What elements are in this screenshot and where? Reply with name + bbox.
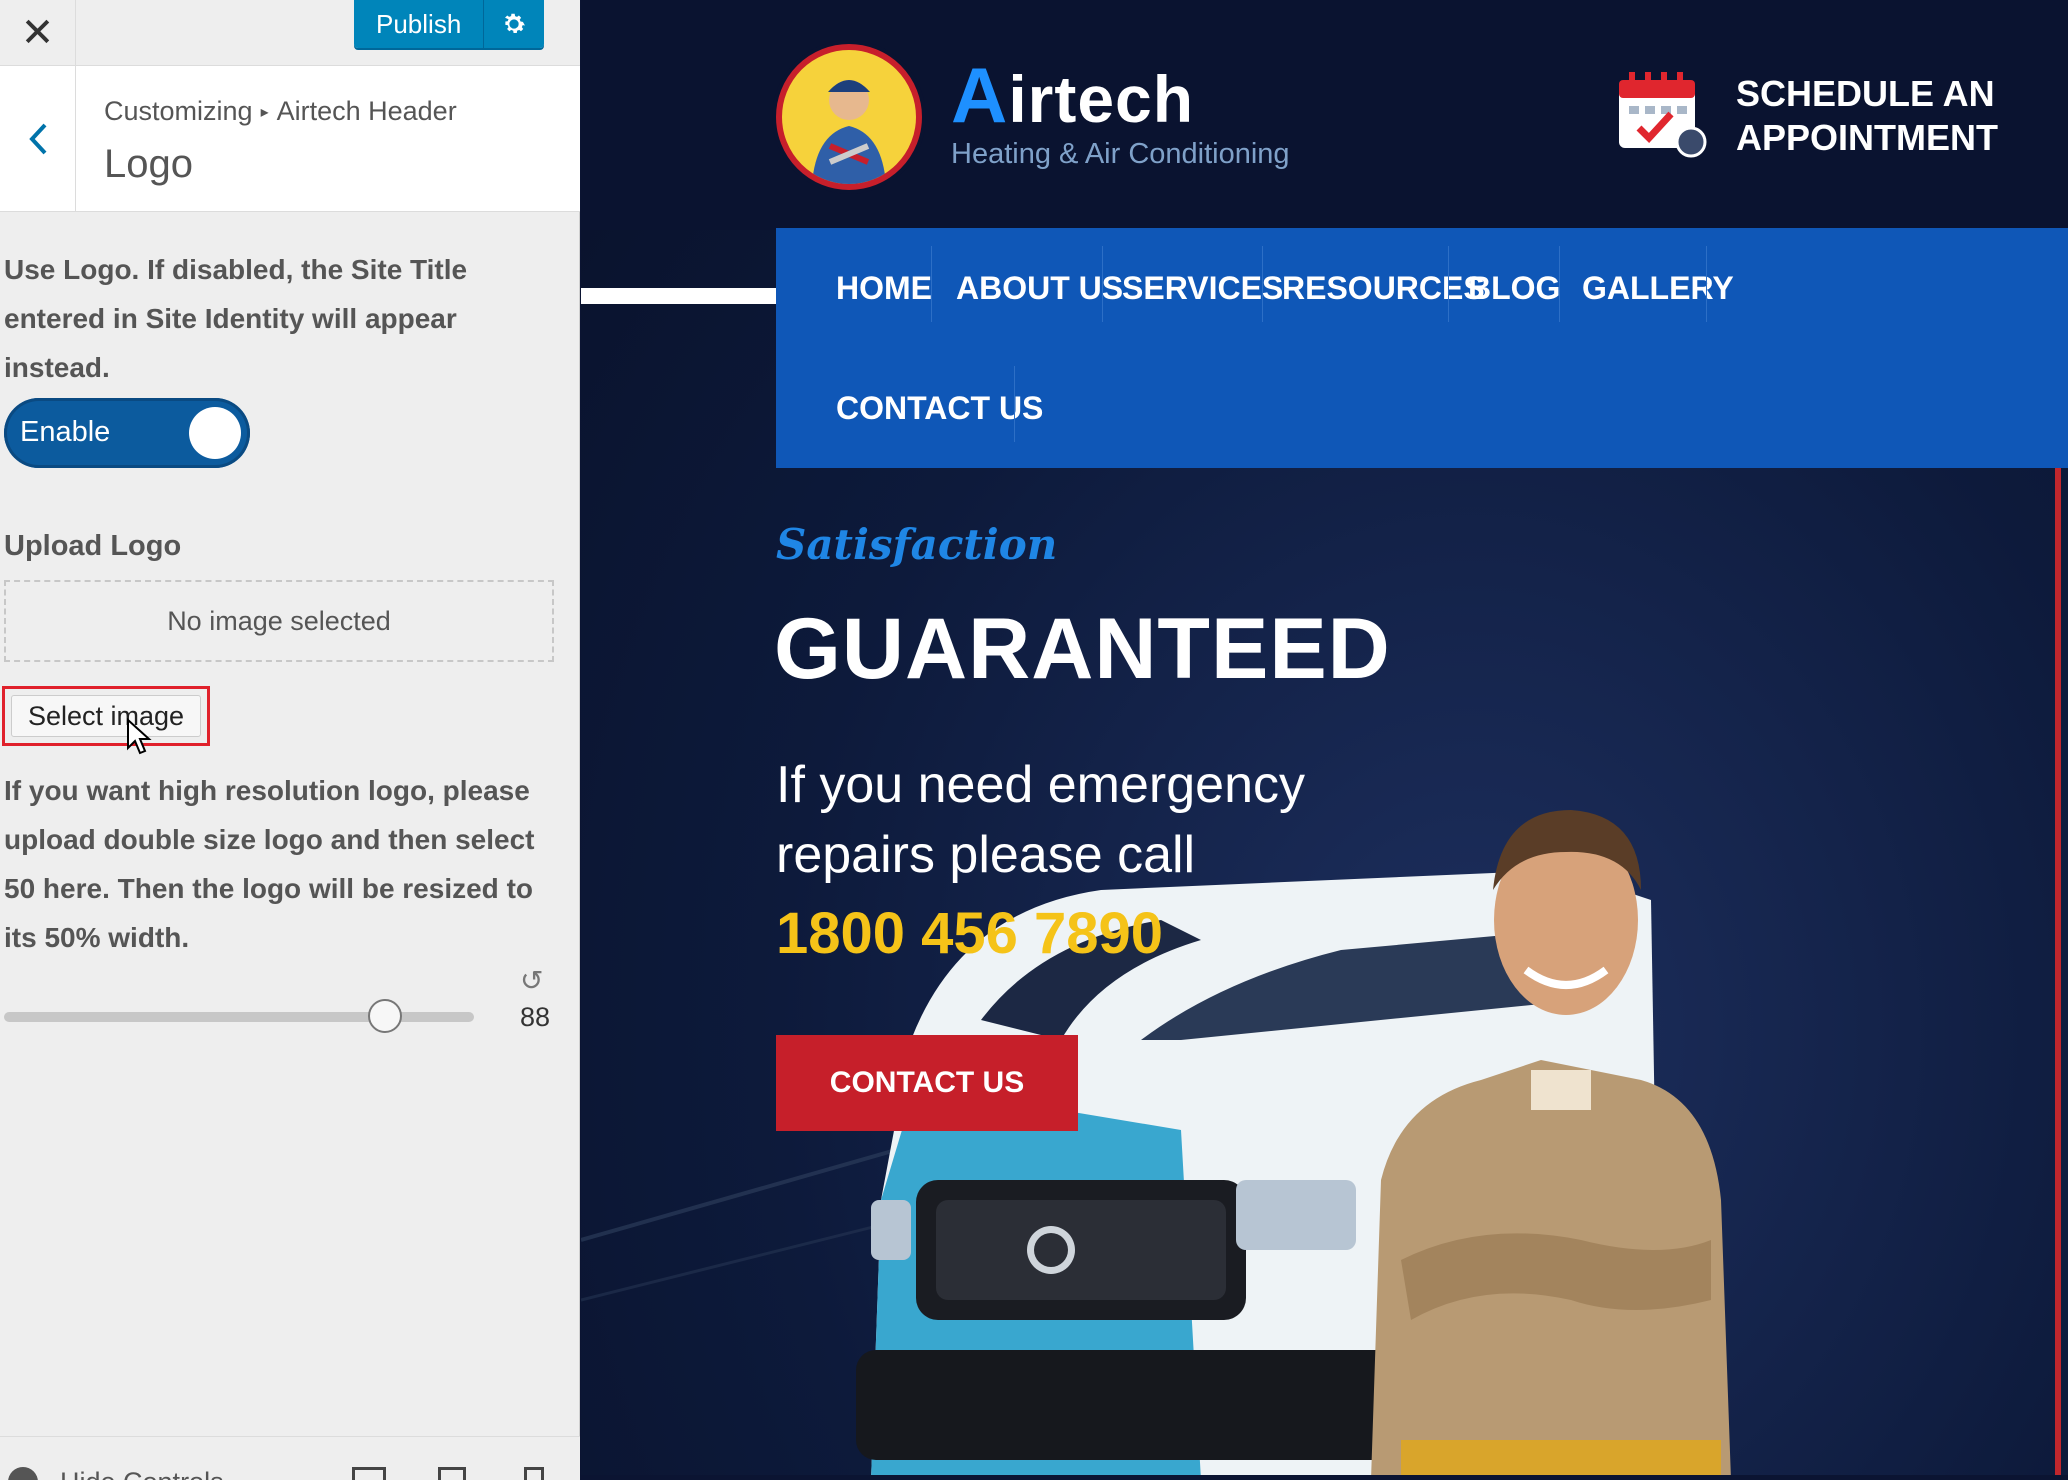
hero-contact-button[interactable]: CONTACT US	[776, 1035, 1078, 1131]
logo-width-slider[interactable]	[4, 1012, 474, 1022]
use-logo-description: Use Logo. If disabled, the Site Title en…	[4, 254, 468, 383]
tablet-icon[interactable]	[438, 1467, 466, 1480]
section-header: Customizing ▸ Airtech Header Logo	[0, 66, 580, 212]
section-title: Logo	[104, 142, 193, 186]
main-nav: HOME ABOUT US SERVICES RESOURCES BLOG GA…	[776, 228, 2068, 468]
publish-button[interactable]: Publish	[354, 0, 485, 48]
nav-gallery[interactable]: GALLERY	[1582, 270, 1734, 307]
breadcrumb-separator: ▸	[260, 104, 269, 121]
customizer-footer: Hide Controls	[0, 1436, 580, 1480]
nav-home[interactable]: HOME	[836, 270, 932, 307]
breadcrumb-parent: Airtech Header	[276, 96, 457, 126]
nav-divider	[1102, 246, 1103, 322]
reset-icon[interactable]: ↺	[520, 964, 543, 997]
back-button[interactable]	[0, 66, 76, 212]
hero-script-text: Satisfaction	[776, 520, 1058, 569]
gear-icon	[505, 13, 526, 33]
toggle-knob	[189, 407, 241, 459]
nav-divider	[1559, 246, 1560, 322]
publish-group: Publish	[354, 0, 545, 48]
close-icon: ✕	[20, 11, 55, 55]
hero-phone[interactable]: 1800 456 7890	[776, 900, 1163, 967]
appointment-line1: SCHEDULE AN	[1736, 73, 1995, 114]
hires-description: If you want high resolution logo, please…	[4, 775, 535, 953]
nav-about-us[interactable]: ABOUT US	[956, 270, 1123, 307]
nav-divider	[1262, 246, 1263, 322]
accent-line	[2055, 468, 2061, 1475]
close-customizer-button[interactable]: ✕	[0, 0, 76, 66]
brand-name: Airtech	[951, 50, 1194, 141]
chevron-left-icon	[28, 123, 46, 155]
hide-controls-icon[interactable]	[8, 1467, 38, 1480]
mobile-icon[interactable]	[524, 1467, 544, 1480]
nav-divider	[931, 246, 932, 322]
schedule-appointment-link[interactable]: SCHEDULE AN APPOINTMENT	[1736, 72, 1998, 160]
brand-first-letter: A	[951, 51, 1009, 139]
nav-divider	[1448, 246, 1449, 322]
cursor-icon	[127, 718, 152, 755]
nav-contact-us[interactable]: CONTACT US	[836, 390, 1043, 427]
slider-value: 88	[520, 1002, 551, 1032]
site-preview: Airtech Heating & Air Conditioning SCHED…	[581, 0, 2068, 1475]
customizer-sidebar: ✕ Publish Customizing ▸ Airtech Header Log…	[0, 0, 580, 1480]
no-image-text: No image selected	[167, 605, 391, 636]
publish-settings-button[interactable]	[484, 0, 545, 48]
appointment-line2: APPOINTMENT	[1736, 117, 1999, 158]
site-logo[interactable]	[776, 44, 922, 190]
hide-controls-label[interactable]: Hide Controls	[60, 1467, 224, 1480]
nav-services[interactable]: SERVICES	[1122, 270, 1283, 307]
breadcrumb-root: Customizing	[104, 96, 253, 126]
brand-rest: irtech	[1008, 62, 1195, 136]
desktop-icon[interactable]	[352, 1467, 386, 1480]
brand-tagline: Heating & Air Conditioning	[951, 138, 1290, 170]
nav-divider	[1014, 366, 1015, 442]
decorative-stripe	[581, 288, 776, 304]
nav-resources[interactable]: RESOURCES	[1282, 270, 1485, 307]
calendar-icon	[1619, 72, 1707, 158]
select-image-button[interactable]: Select image	[11, 695, 201, 737]
customizer-topbar: ✕ Publish	[0, 0, 580, 66]
breadcrumb: Customizing ▸ Airtech Header	[104, 96, 457, 127]
upload-logo-title: Upload Logo	[4, 530, 182, 562]
technician-logo-icon	[812, 80, 886, 184]
nav-blog[interactable]: BLOG	[1468, 270, 1560, 307]
image-placeholder: No image selected	[4, 580, 554, 662]
slider-handle[interactable]	[367, 999, 402, 1033]
enable-logo-toggle[interactable]: Enable	[4, 398, 250, 468]
toggle-label: Enable	[20, 416, 111, 448]
hero-text: If you need emergency repairs please cal…	[776, 756, 1305, 884]
hero-title: GUARANTEED	[774, 601, 1391, 697]
nav-divider	[1706, 246, 1707, 322]
select-image-highlight: Select image	[2, 686, 210, 746]
